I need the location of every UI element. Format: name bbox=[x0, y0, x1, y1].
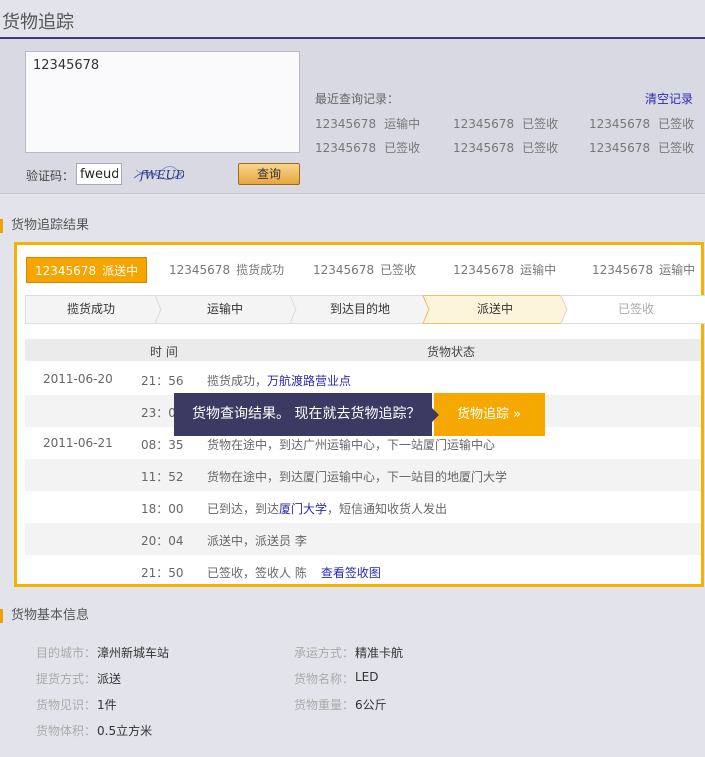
go-tracking-button[interactable]: 货物追踪 » bbox=[434, 393, 545, 436]
step-arrived: 到达目的地 bbox=[329, 302, 390, 316]
tracking-table-header: 时 间 货物状态 bbox=[25, 339, 701, 361]
pickup-method-label: 提货方式： bbox=[36, 672, 97, 686]
cargo-volume-value: 0.5立方米 bbox=[97, 724, 153, 738]
view-signature-link[interactable]: 查看签收图 bbox=[321, 566, 381, 580]
cargo-info-heading: 货物基本信息 bbox=[0, 609, 89, 623]
row-status: 货物在途中，到达厦门运输中心，下一站目的地厦门大学 bbox=[207, 470, 508, 484]
row-time: 21：50 bbox=[141, 566, 184, 580]
recent-query-item[interactable]: 12345678 已签收 bbox=[453, 115, 558, 132]
shipping-method-label: 承运方式： bbox=[294, 646, 355, 660]
cargo-volume-label: 货物体积： bbox=[36, 724, 97, 738]
row-status: 揽货成功，万航渡路营业点 bbox=[207, 374, 352, 388]
popup-message: 货物查询结果。 现在就去货物追踪？ bbox=[174, 393, 432, 436]
page-title: 货物追踪 bbox=[2, 12, 74, 33]
table-row: 2011-06-20 21：56 揽货成功，万航渡路营业点 bbox=[25, 363, 701, 395]
captcha-image[interactable]: fWEUD bbox=[132, 164, 184, 184]
progress-steps: 揽货成功 运输中 到达目的地 派送中 已签收 bbox=[25, 295, 705, 325]
cargo-weight-label: 货物重量： bbox=[294, 698, 355, 712]
cargo-name-value: LED bbox=[355, 670, 379, 684]
row-status: 已签收，签收人 陈查看签收图 bbox=[207, 566, 381, 580]
recent-queries-label: 最近查询记录： bbox=[315, 92, 400, 106]
row-date: 2011-06-20 bbox=[43, 372, 113, 386]
shipping-method-value: 精准卡航 bbox=[355, 646, 404, 660]
branch-link[interactable]: 万航渡路营业点 bbox=[267, 374, 351, 388]
tracking-tab[interactable]: 12345678 揽货成功 bbox=[169, 257, 284, 283]
recent-query-item[interactable]: 12345678 运输中 bbox=[315, 115, 420, 132]
cargo-name-label: 货物名称： bbox=[294, 672, 355, 686]
tracking-results-heading: 货物追踪结果 bbox=[0, 219, 89, 233]
destination-link[interactable]: 厦门大学 bbox=[279, 502, 327, 516]
tracking-number-input[interactable]: 12345678 bbox=[25, 51, 300, 153]
clear-history-link[interactable]: 清空记录 bbox=[645, 90, 693, 107]
row-time: 21：56 bbox=[141, 374, 184, 388]
table-row: 20：04 派送中，派送员 李 bbox=[25, 523, 701, 555]
row-time: 08：35 bbox=[141, 438, 184, 452]
step-delivering: 派送中 bbox=[476, 302, 513, 316]
destination-city-value: 漳州新城车站 bbox=[97, 646, 170, 660]
search-panel: 12345678 验证码： fWEUD 查询 最近查询记录： 清空记录 1234… bbox=[0, 39, 705, 194]
tracking-tooltip-popup: 货物查询结果。 现在就去货物追踪？ 货物追踪 » bbox=[174, 393, 545, 436]
cargo-weight-value: 6公斤 bbox=[355, 698, 387, 712]
captcha-image-text: fWEUD bbox=[139, 168, 184, 182]
captcha-input[interactable] bbox=[76, 163, 122, 185]
recent-query-item[interactable]: 12345678 已签收 bbox=[453, 139, 558, 156]
row-time: 11：52 bbox=[141, 470, 184, 484]
row-date: 2011-06-21 bbox=[43, 436, 113, 450]
header-time: 时 间 bbox=[150, 345, 178, 359]
recent-query-item[interactable]: 12345678 已签收 bbox=[589, 139, 694, 156]
recent-query-item[interactable]: 12345678 已签收 bbox=[589, 115, 694, 132]
step-in-transit: 运输中 bbox=[206, 302, 243, 316]
popup-arrow bbox=[432, 408, 439, 422]
tracking-tab[interactable]: 12345678 运输中 bbox=[592, 257, 695, 283]
tracking-tab[interactable]: 12345678 已签收 bbox=[313, 257, 416, 283]
captcha-label: 验证码： bbox=[26, 169, 75, 183]
query-button[interactable]: 查询 bbox=[238, 163, 300, 185]
cargo-count-label: 货物见识： bbox=[36, 698, 97, 712]
row-time: 23：0 bbox=[141, 406, 176, 420]
table-row: 21：50 已签收，签收人 陈查看签收图 bbox=[25, 555, 701, 587]
row-status: 派送中，派送员 李 bbox=[207, 534, 307, 548]
table-row: 18：00 已到达，到达厦门大学，短信通知收货人发出 bbox=[25, 491, 701, 523]
row-status: 货物在途中，到达广州运输中心，下一站厦门运输中心 bbox=[207, 438, 496, 452]
destination-city-label: 目的城市： bbox=[36, 646, 97, 660]
pickup-method-value: 派送 bbox=[97, 672, 122, 686]
row-time: 20：04 bbox=[141, 534, 184, 548]
header-status: 货物状态 bbox=[427, 345, 476, 359]
recent-query-item[interactable]: 12345678 已签收 bbox=[315, 139, 420, 156]
step-picked-up: 揽货成功 bbox=[66, 302, 115, 316]
step-signed: 已签收 bbox=[617, 302, 654, 316]
row-status: 已到达，到达厦门大学，短信通知收货人发出 bbox=[207, 502, 448, 516]
table-row: 11：52 货物在途中，到达厦门运输中心，下一站目的地厦门大学 bbox=[25, 459, 701, 491]
tracking-tab[interactable]: 12345678 运输中 bbox=[453, 257, 556, 283]
cargo-count-value: 1件 bbox=[97, 698, 117, 712]
tracking-tab-active[interactable]: 12345678 派送中 bbox=[26, 257, 148, 283]
row-time: 18：00 bbox=[141, 502, 184, 516]
